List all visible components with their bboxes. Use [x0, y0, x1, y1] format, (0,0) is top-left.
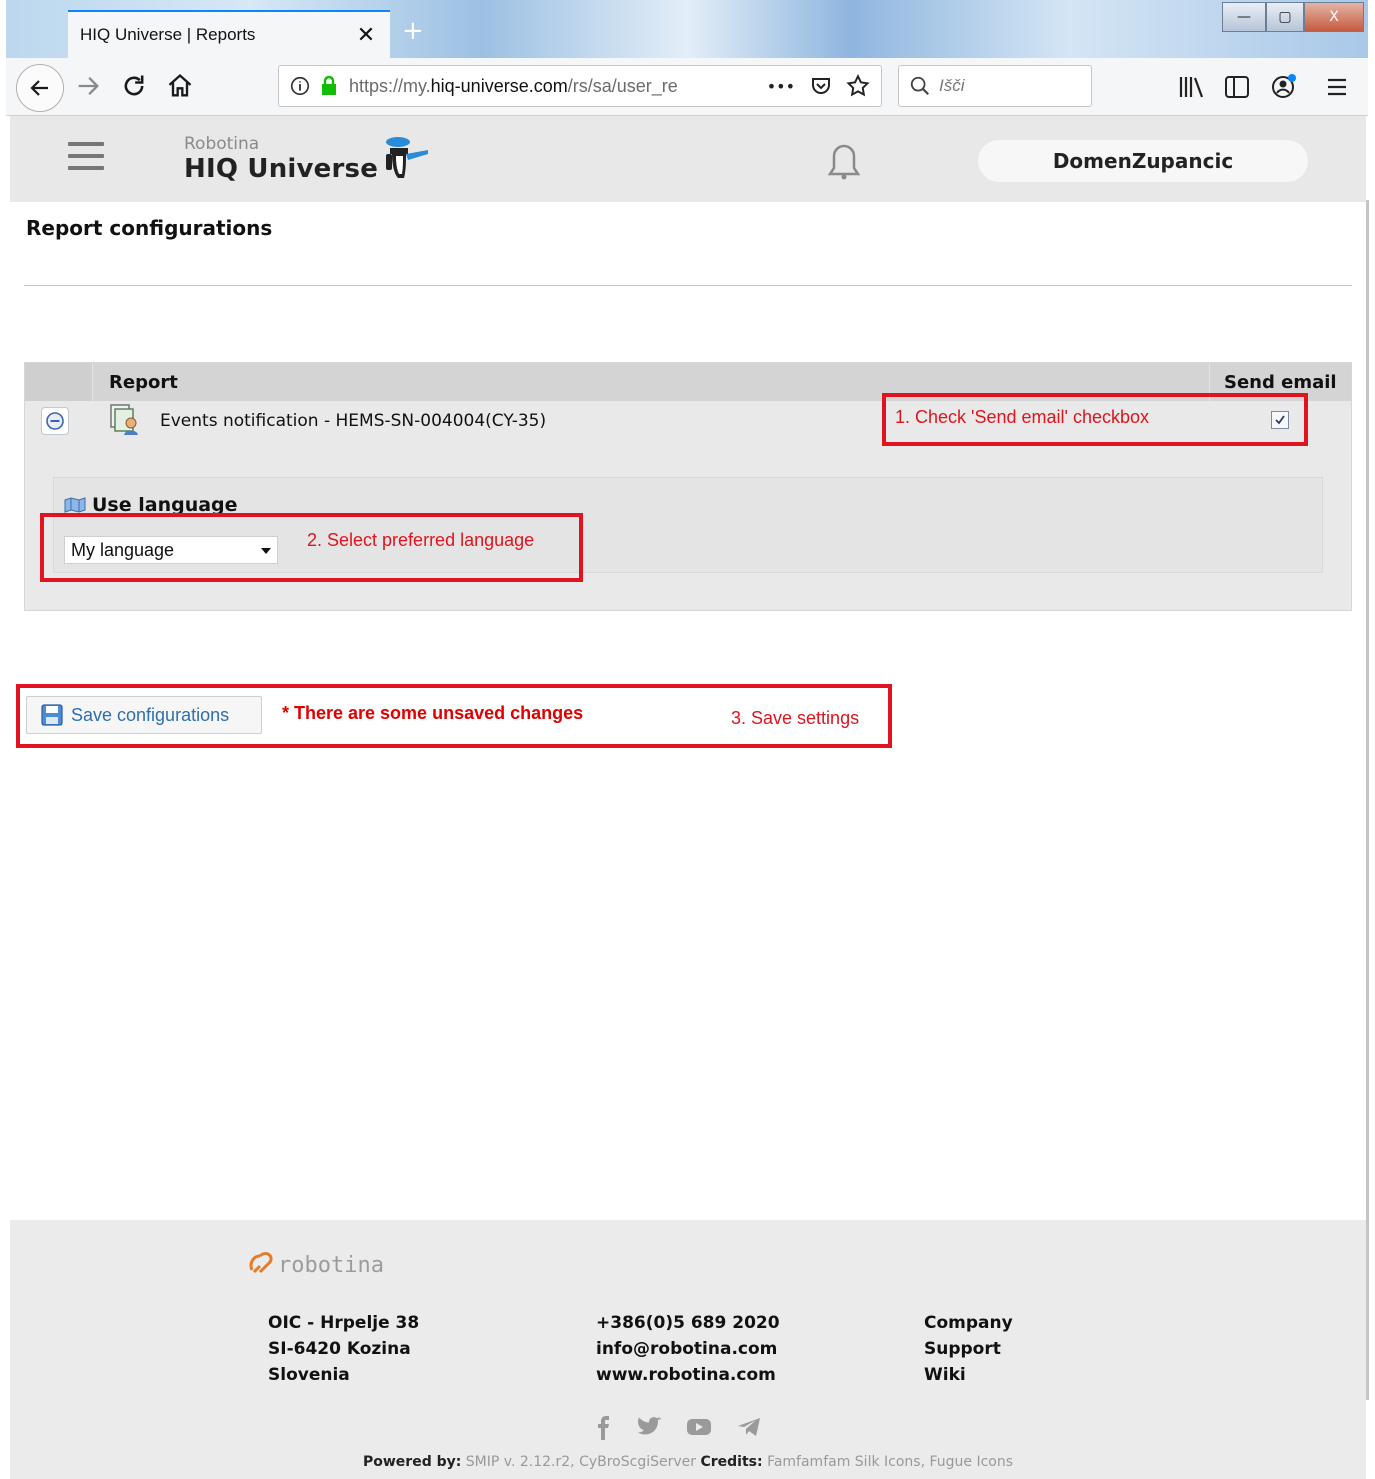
browser-titlebar: HIQ Universe | Reports ✕ + — ▢ X	[6, 0, 1368, 58]
browser-tab[interactable]: HIQ Universe | Reports ✕	[68, 10, 390, 58]
collapse-row-button[interactable]	[41, 407, 69, 435]
window-minimize-button[interactable]: —	[1222, 2, 1266, 32]
tab-close-icon[interactable]: ✕	[354, 23, 378, 48]
menu-icon[interactable]	[1326, 76, 1348, 98]
page-actions-icon[interactable]: •••	[767, 77, 795, 96]
browser-toolbar: https://my.hiq-universe.com/rs/sa/user_r…	[6, 58, 1368, 116]
brand-product[interactable]: HIQ Universe	[184, 154, 378, 184]
reload-icon	[124, 75, 144, 96]
user-menu-button[interactable]: DomenZupancic	[978, 140, 1308, 182]
window-close-button[interactable]: X	[1304, 2, 1364, 32]
arrow-right-icon	[78, 77, 99, 95]
robotina-logo-icon	[249, 1252, 273, 1274]
minus-circle-icon	[46, 412, 64, 430]
robot-mascot-icon	[386, 137, 428, 178]
footer-website-link[interactable]: www.robotina.com	[596, 1362, 780, 1388]
footer-link-wiki[interactable]: Wiki	[924, 1362, 1013, 1388]
lock-icon	[321, 75, 336, 95]
pocket-icon[interactable]	[809, 74, 833, 98]
powered-by-credits: Powered by: SMIP v. 2.12.r2, CyBroScgiSe…	[362, 1454, 1014, 1470]
forward-button[interactable]	[74, 72, 102, 106]
url-bar[interactable]: https://my.hiq-universe.com/rs/sa/user_r…	[278, 65, 882, 107]
info-icon[interactable]	[289, 75, 311, 97]
divider	[24, 285, 1352, 286]
bookmark-star-icon[interactable]	[845, 73, 871, 99]
facebook-icon[interactable]	[594, 1416, 614, 1440]
library-icon[interactable]	[1178, 74, 1206, 100]
telegram-icon[interactable]	[736, 1416, 762, 1438]
arrow-left-icon	[30, 80, 48, 96]
header-spacer	[25, 363, 93, 401]
twitter-icon[interactable]	[638, 1416, 662, 1438]
window-edge	[1366, 200, 1369, 1400]
window-maximize-button[interactable]: ▢	[1266, 2, 1304, 32]
new-tab-button[interactable]: +	[402, 16, 424, 46]
reload-button[interactable]	[120, 72, 148, 106]
notification-bell-icon[interactable]	[824, 142, 864, 180]
footer: robotina OIC - Hrpelje 38 SI-6420 Kozina…	[10, 1220, 1366, 1479]
home-icon	[168, 73, 192, 97]
search-input[interactable]: Išči	[939, 76, 965, 96]
home-button[interactable]	[166, 72, 194, 106]
language-map-icon	[64, 497, 86, 513]
hamburger-menu-icon[interactable]	[68, 142, 104, 172]
page-title: Report configurations	[26, 216, 273, 240]
youtube-icon[interactable]	[686, 1416, 712, 1438]
search-bar[interactable]: Išči	[898, 65, 1092, 107]
annotation-step2: 2. Select preferred language	[307, 530, 535, 550]
footer-email-link[interactable]: info@robotina.com	[596, 1336, 780, 1362]
back-button[interactable]	[16, 64, 64, 112]
report-row-name: Events notification - HEMS-SN-004004(CY-…	[160, 411, 547, 431]
brand-company: Robotina	[184, 134, 260, 154]
site-header: Robotina HIQ Universe DomenZupancic	[10, 116, 1366, 202]
url-text[interactable]: https://my.hiq-universe.com/rs/sa/user_r…	[349, 76, 729, 97]
tab-title: HIQ Universe | Reports	[80, 25, 256, 44]
account-icon[interactable]	[1270, 72, 1298, 100]
footer-phone[interactable]: +386(0)5 689 2020	[596, 1310, 780, 1336]
footer-address: OIC - Hrpelje 38 SI-6420 Kozina Slovenia	[268, 1313, 420, 1385]
search-icon	[910, 76, 930, 96]
footer-link-company[interactable]: Company	[924, 1310, 1013, 1336]
credits-link[interactable]: Famfamfam Silk Icons, Fugue Icons	[767, 1454, 1013, 1470]
annotation-step3: 3. Save settings	[731, 708, 860, 728]
column-header-report[interactable]: Report	[109, 372, 178, 393]
annotation-step1: 1. Check 'Send email' checkbox	[895, 407, 1150, 427]
footer-contact: +386(0)5 689 2020 info@robotina.com www.…	[596, 1310, 780, 1388]
footer-logo[interactable]: robotina	[248, 1248, 384, 1278]
footer-link-support[interactable]: Support	[924, 1336, 1013, 1362]
report-document-icon	[110, 404, 138, 435]
social-links	[594, 1416, 762, 1440]
powered-by-link[interactable]: SMIP v. 2.12.r2, CyBroScgiServer	[466, 1454, 696, 1470]
footer-links: Company Support Wiki	[924, 1310, 1013, 1388]
sidebar-icon[interactable]	[1224, 74, 1250, 100]
